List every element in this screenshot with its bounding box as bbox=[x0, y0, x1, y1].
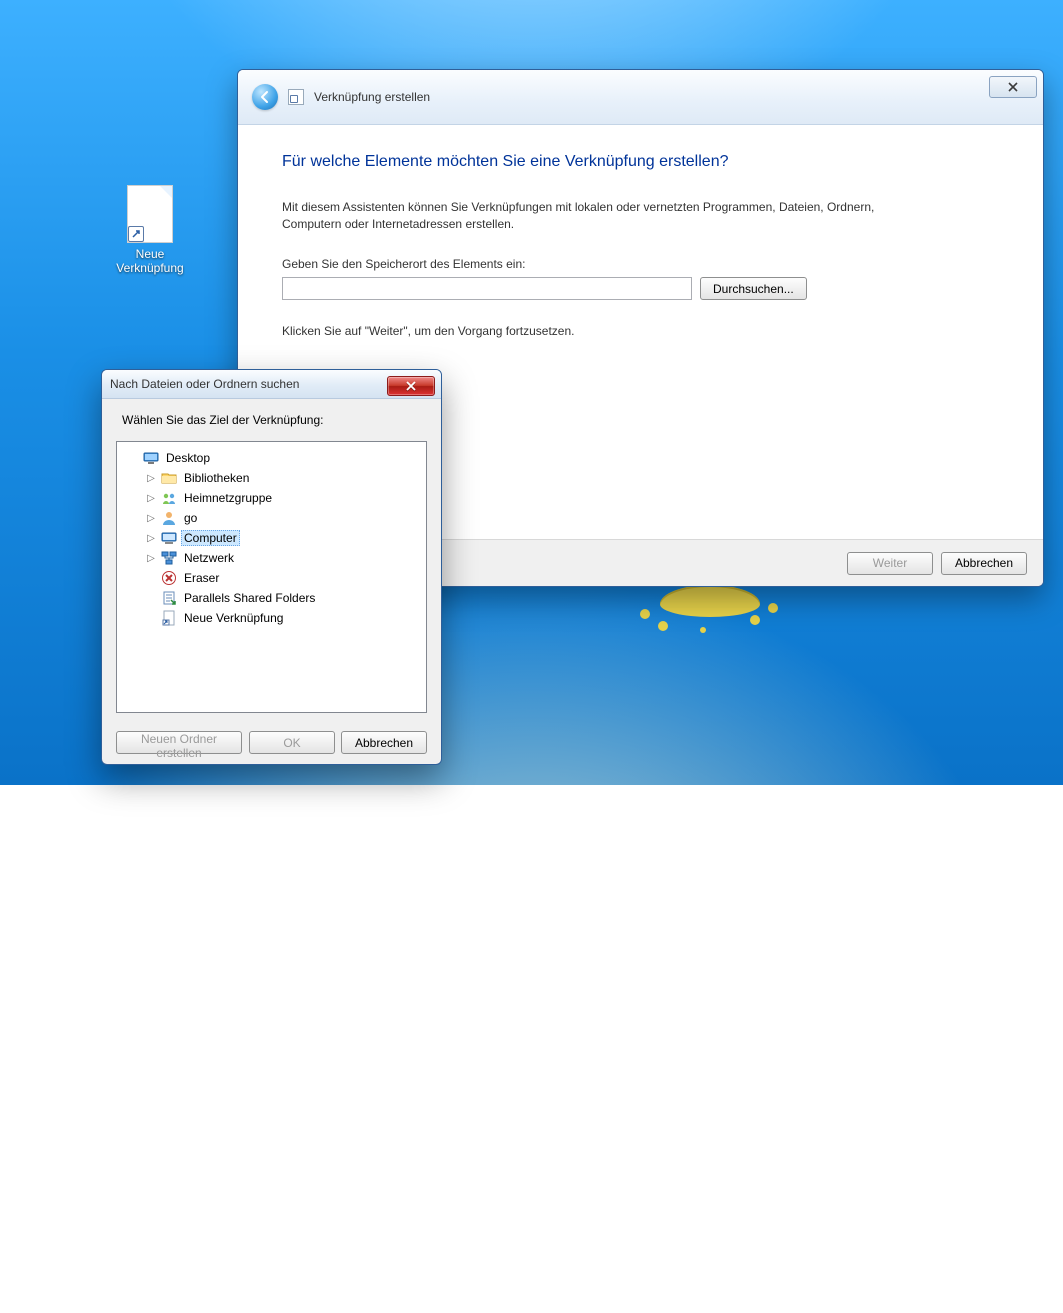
libraries-icon bbox=[161, 470, 177, 486]
shortcut-icon bbox=[288, 89, 304, 105]
eraser-icon bbox=[161, 570, 177, 586]
next-button[interactable]: Weiter bbox=[847, 552, 933, 575]
browse-title: Nach Dateien oder Ordnern suchen bbox=[110, 377, 299, 391]
wizard-close-button[interactable] bbox=[989, 76, 1037, 98]
desktop-logo-accent bbox=[630, 585, 790, 655]
tree-item[interactable]: ▷ go bbox=[121, 508, 422, 528]
tree-item-label: Netzwerk bbox=[181, 551, 237, 565]
tree-item-label: Desktop bbox=[163, 451, 213, 465]
tree-item[interactable]: ▷ Heimnetzgruppe bbox=[121, 488, 422, 508]
location-label: Geben Sie den Speicherort des Elements e… bbox=[282, 257, 999, 271]
browse-button[interactable]: Durchsuchen... bbox=[700, 277, 807, 300]
tree-item-label: go bbox=[181, 511, 200, 525]
tree-item[interactable]: ▷Parallels Shared Folders bbox=[121, 588, 422, 608]
user-icon bbox=[161, 510, 177, 526]
browse-titlebar[interactable]: Nach Dateien oder Ordnern suchen bbox=[102, 370, 441, 399]
browse-cancel-button[interactable]: Abbrechen bbox=[341, 731, 427, 754]
homegroup-icon bbox=[161, 490, 177, 506]
expander-icon[interactable]: ▷ bbox=[145, 513, 157, 524]
tree-item-label: Neue Verknüpfung bbox=[181, 611, 286, 625]
network-icon bbox=[161, 550, 177, 566]
desktop-icon bbox=[143, 450, 159, 466]
desktop-background: Neue Verknüpfung Verknüpfung erstellen F… bbox=[0, 0, 1063, 785]
tree-item-label: Heimnetzgruppe bbox=[181, 491, 275, 505]
desktop-shortcut-new-link[interactable]: Neue Verknüpfung bbox=[108, 185, 192, 275]
tree-item-label: Computer bbox=[181, 530, 240, 546]
generic-file-icon bbox=[127, 185, 173, 243]
shortcut-overlay-icon bbox=[128, 226, 144, 242]
tree-item[interactable]: ▷ Netzwerk bbox=[121, 548, 422, 568]
tree-item[interactable]: ▷ Computer bbox=[121, 528, 422, 548]
browse-close-button[interactable] bbox=[387, 376, 435, 396]
new-folder-button[interactable]: Neuen Ordner erstellen bbox=[116, 731, 242, 754]
shared-icon bbox=[161, 590, 177, 606]
shortcut-icon bbox=[161, 610, 177, 626]
computer-icon bbox=[161, 530, 177, 546]
folder-tree[interactable]: ▷Desktop▷Bibliotheken▷Heimnetzgruppe▷go▷… bbox=[116, 441, 427, 713]
expander-icon[interactable]: ▷ bbox=[145, 473, 157, 484]
wizard-heading: Für welche Elemente möchten Sie eine Ver… bbox=[282, 153, 999, 171]
browse-prompt: Wählen Sie das Ziel der Verknüpfung: bbox=[116, 413, 427, 427]
wizard-description: Mit diesem Assistenten können Sie Verknü… bbox=[282, 199, 902, 233]
tree-item-label: Parallels Shared Folders bbox=[181, 591, 318, 605]
wizard-hint: Klicken Sie auf "Weiter", um den Vorgang… bbox=[282, 324, 999, 338]
tree-item-label: Bibliotheken bbox=[181, 471, 252, 485]
ok-button[interactable]: OK bbox=[249, 731, 335, 754]
tree-item[interactable]: ▷ Bibliotheken bbox=[121, 468, 422, 488]
tree-item-label: Eraser bbox=[181, 571, 222, 585]
tree-item[interactable]: ▷Eraser bbox=[121, 568, 422, 588]
tree-item[interactable]: ▷Neue Verknüpfung bbox=[121, 608, 422, 628]
cancel-button[interactable]: Abbrechen bbox=[941, 552, 1027, 575]
tree-item[interactable]: ▷Desktop bbox=[121, 448, 422, 468]
wizard-title: Verknüpfung erstellen bbox=[314, 90, 430, 104]
expander-icon[interactable]: ▷ bbox=[145, 493, 157, 504]
browse-folder-dialog: Nach Dateien oder Ordnern suchen Wählen … bbox=[101, 369, 442, 765]
location-input[interactable] bbox=[282, 277, 692, 300]
desktop-icon-label: Neue Verknüpfung bbox=[108, 247, 192, 275]
back-button[interactable] bbox=[252, 84, 278, 110]
wizard-titlebar[interactable]: Verknüpfung erstellen bbox=[238, 70, 1043, 125]
expander-icon[interactable]: ▷ bbox=[145, 553, 157, 564]
expander-icon[interactable]: ▷ bbox=[145, 533, 157, 544]
